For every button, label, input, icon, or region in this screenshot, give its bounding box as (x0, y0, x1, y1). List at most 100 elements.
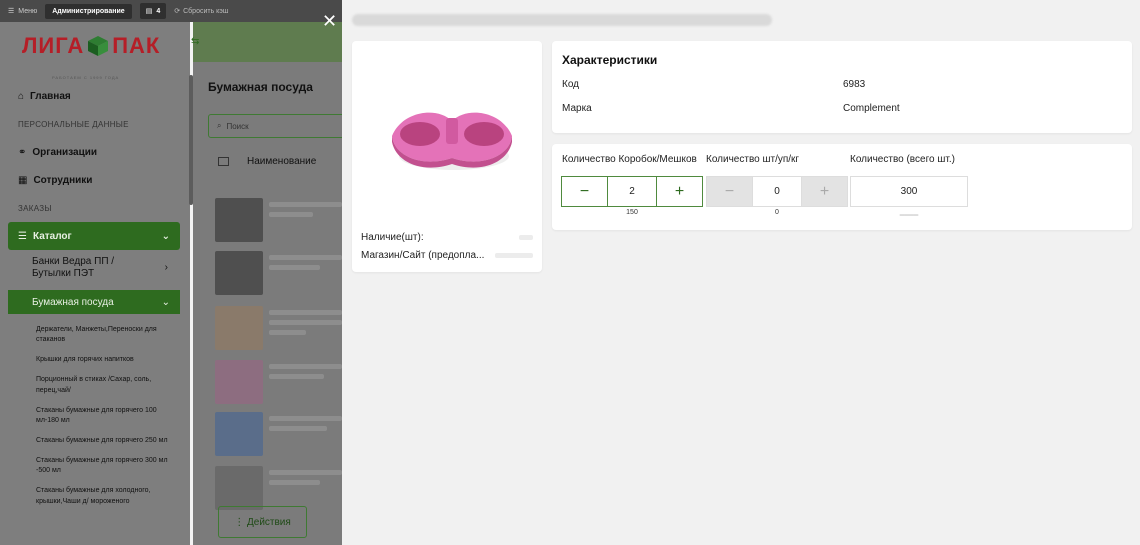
reset-cache-button[interactable]: ⟳ Сбросить кэш (174, 7, 229, 16)
refresh-icon: ⟳ (174, 8, 181, 15)
list-icon: ☰ (18, 230, 27, 242)
stock-value-blurred (519, 235, 533, 240)
char-row-code: Код 6983 (562, 79, 1122, 103)
sidebar-leaf-holders[interactable]: Держатели, Манжеты,Переноски для стакано… (0, 320, 190, 350)
qty-boxes-stepper: − 2 + (561, 176, 703, 207)
sidebar-item-label: Каталог (32, 230, 72, 242)
menu-label: Меню (18, 7, 38, 15)
chevron-down-icon: ⌄ (161, 230, 170, 242)
sidebar-item-employees[interactable]: ▦ Сотрудники (0, 166, 190, 194)
sidebar-item-cans-bottles[interactable]: Банки Ведра ПП / Бутылки ПЭТ › (0, 250, 190, 286)
product-thumbnail (215, 198, 263, 242)
section-orders: ЗАКАЗЫ (18, 203, 52, 213)
column-name-header[interactable]: Наименование (247, 156, 316, 167)
units-sub: 0 (775, 209, 779, 216)
top-bar: ☰ Меню Администрирование ▤ 4 ⟳ Сбросить … (0, 0, 342, 22)
sidebar-leaf-cups-100-180[interactable]: Стаканы бумажные для горячего 100 мл-180… (0, 401, 190, 431)
sidebar-item-paper-dishes[interactable]: Бумажная посуда ⌄ (8, 290, 180, 314)
product-thumbnail (215, 412, 263, 456)
sidebar-leaf-lids[interactable]: Крышки для горячих напитков (0, 350, 190, 370)
qty-units-stepper: − 0 + (706, 176, 848, 207)
main-content: ⇆ Бумажная посуда ⌕ Поиск Наименование ⋮… (191, 22, 348, 545)
decrement-button[interactable]: − (561, 176, 608, 207)
product-thumbnail (215, 466, 263, 510)
search-placeholder: Поиск (226, 121, 249, 131)
table-row[interactable] (215, 306, 342, 350)
characteristics-card: Характеристики Код 6983 Марка Complement (552, 41, 1132, 133)
close-icon[interactable]: ✕ (322, 12, 337, 30)
sidebar-item-home[interactable]: ⌂ Главная (0, 82, 190, 110)
qty-units-label: Количество шт/уп/кг (706, 154, 800, 165)
sidebar-item-organizations[interactable]: ⚭ Организации (0, 138, 190, 166)
actions-button[interactable]: ⋮ Действия (218, 506, 307, 538)
characteristics-title: Характеристики (562, 53, 658, 67)
table-row[interactable] (215, 360, 342, 404)
admin-button[interactable]: Администрирование (45, 3, 132, 19)
grid-icon: ▦ (18, 174, 28, 186)
sidebar-item-label: Сотрудники (33, 174, 93, 186)
search-icon: ⌕ (217, 121, 222, 130)
hamburger-icon: ☰ (8, 8, 15, 15)
sidebar: ЛИГА ПАК РАБОТАЕМ С 1999 ГОДА ⌂ Главная … (0, 22, 190, 545)
image-column-icon (218, 157, 229, 166)
char-key: Код (562, 79, 580, 90)
shop-row: Магазин/Сайт (предопла... (361, 250, 533, 261)
logo-box-icon (88, 36, 109, 56)
stock-label: Наличие(шт): (361, 232, 424, 243)
sidebar-item-label: Главная (30, 90, 71, 102)
sidebar-item-label: Организации (32, 146, 98, 158)
sidebar-leaf-cups-250[interactable]: Стаканы бумажные для горячего 250 мл (0, 431, 190, 451)
reset-cache-label: Сбросить кэш (183, 7, 229, 15)
char-value: Complement (843, 103, 900, 114)
char-key: Марка (562, 103, 592, 114)
sidebar-item-catalog[interactable]: ☰ Каталог ⌄ (8, 222, 180, 250)
logo-left-text: ЛИГА (22, 33, 85, 58)
increment-button[interactable]: + (801, 176, 848, 207)
logo-tagline: РАБОТАЕМ С 1999 ГОДА (52, 75, 120, 80)
qty-boxes-input[interactable]: 2 (608, 176, 656, 207)
table-row[interactable] (215, 412, 342, 456)
header-banner (193, 22, 342, 62)
product-image (392, 112, 512, 170)
qty-total-field[interactable]: 300 (850, 176, 968, 207)
collapse-sidebar-icon[interactable]: ⇆ (191, 36, 199, 47)
product-thumbnail (215, 360, 263, 404)
total-price-blurred: ▁▁▁▁ (899, 210, 919, 216)
qty-total-label: Количество (всего шт.) (850, 154, 955, 165)
char-value: 6983 (843, 79, 866, 90)
product-image-card: Наличие(шт): Магазин/Сайт (предопла... (352, 41, 542, 272)
sidebar-leaf-cold-cups[interactable]: Стаканы бумажные для холодного, крышки,Ч… (0, 481, 190, 511)
menu-button[interactable]: ☰ Меню (8, 7, 38, 16)
char-row-brand: Марка Complement (562, 103, 1122, 127)
table-row[interactable] (215, 198, 342, 242)
sidebar-leaf-cups-300-500[interactable]: Стаканы бумажные для горячего 300 мл -50… (0, 451, 190, 481)
qty-units-input[interactable]: 0 (753, 176, 801, 207)
org-tree-icon: ⚭ (18, 146, 27, 158)
sidebar-leaf-sticks[interactable]: Порционный в стиках /Сахар, соль, перец,… (0, 370, 190, 400)
quantity-card: Количество Коробок/Мешков Количество шт/… (552, 144, 1132, 230)
decrement-button[interactable]: − (706, 176, 753, 207)
boxes-per-unit: 150 (626, 209, 638, 216)
table-row[interactable] (215, 466, 342, 510)
product-modal: Наличие(шт): Магазин/Сайт (предопла... Х… (342, 0, 1140, 545)
search-input[interactable]: ⌕ Поиск (208, 114, 348, 138)
qty-boxes-label: Количество Коробок/Мешков (562, 154, 697, 165)
shop-label: Магазин/Сайт (предопла... (361, 250, 485, 261)
table-row[interactable] (215, 251, 342, 295)
shop-price-blurred (495, 253, 533, 258)
chevron-right-icon: › (164, 262, 168, 273)
stock-row: Наличие(шт): (361, 232, 533, 243)
sidebar-item-label: Бумажная посуда (32, 296, 114, 308)
logo[interactable]: ЛИГА ПАК (0, 22, 190, 70)
table-header: Наименование (218, 156, 316, 167)
sidebar-item-label: Банки Ведра ПП / Бутылки ПЭТ (32, 256, 115, 279)
increment-button[interactable]: + (656, 176, 703, 207)
modal-title-blurred (352, 14, 772, 26)
product-thumbnail (215, 306, 263, 350)
notifications-badge[interactable]: ▤ 4 (139, 3, 167, 19)
logo-right-text: ПАК (112, 33, 161, 58)
page-title: Бумажная посуда (208, 80, 313, 94)
home-icon: ⌂ (18, 90, 25, 102)
clipboard-icon: ▤ (145, 8, 153, 15)
section-personal-data: ПЕРСОНАЛЬНЫЕ ДАННЫЕ (18, 119, 129, 129)
